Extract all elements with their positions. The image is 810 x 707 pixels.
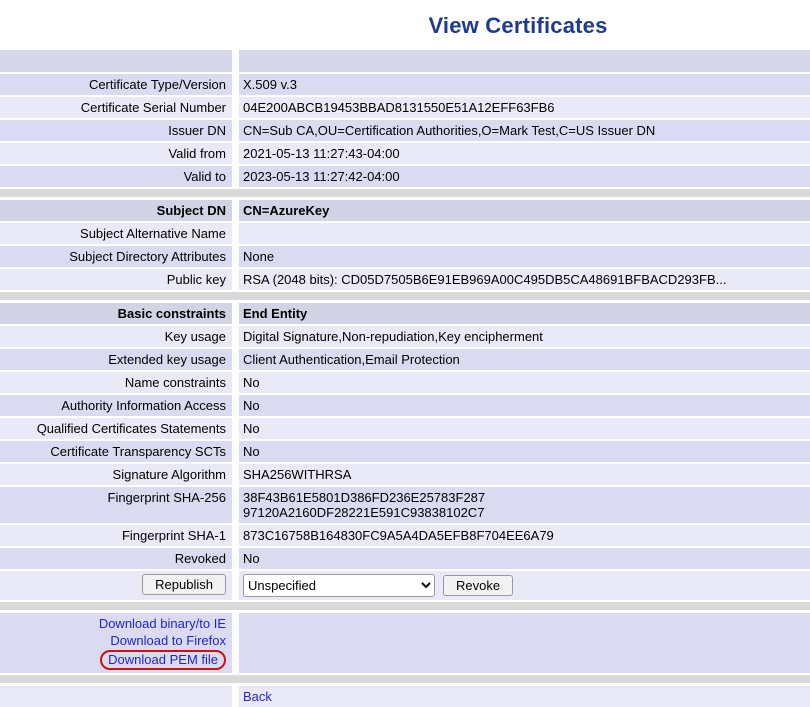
label-certificate-type: Certificate Type/Version — [0, 74, 232, 95]
row-transparency-scts: Certificate Transparency SCTs No — [0, 441, 810, 462]
row-signature-algorithm: Signature Algorithm SHA256WITHRSA — [0, 464, 810, 485]
value-certificate-type: X.509 v.3 — [239, 74, 810, 95]
downloads-cell: Download binary/to IE Download to Firefo… — [0, 613, 232, 673]
value-valid-to: 2023-05-13 11:27:42-04:00 — [239, 166, 810, 187]
label-serial-number: Certificate Serial Number — [0, 97, 232, 118]
revocation-reason-select[interactable]: Unspecified — [243, 574, 435, 597]
header-value-cell — [239, 50, 810, 72]
label-subject-alt-name: Subject Alternative Name — [0, 223, 232, 244]
row-subject-dir-attrs: Subject Directory Attributes None — [0, 246, 810, 267]
value-key-usage: Digital Signature,Non-repudiation,Key en… — [239, 326, 810, 347]
label-subject-dir-attrs: Subject Directory Attributes — [0, 246, 232, 267]
row-name-constraints: Name constraints No — [0, 372, 810, 393]
page-title: View Certificates — [0, 0, 810, 50]
value-fingerprint-sha256: 38F43B61E5801D386FD236E25783F287 97120A2… — [239, 487, 810, 523]
label-fingerprint-sha256: Fingerprint SHA-256 — [0, 487, 232, 523]
actions-right-cell: Unspecified Revoke — [239, 571, 810, 600]
label-public-key: Public key — [0, 269, 232, 290]
label-valid-from: Valid from — [0, 143, 232, 164]
value-subject-dir-attrs: None — [239, 246, 810, 267]
value-subject-dn: CN=AzureKey — [239, 200, 810, 221]
row-certificate-type: Certificate Type/Version X.509 v.3 — [0, 74, 810, 95]
row-back: Back — [0, 686, 810, 707]
label-signature-algorithm: Signature Algorithm — [0, 464, 232, 485]
label-extended-key-usage: Extended key usage — [0, 349, 232, 370]
back-cell: Back — [239, 686, 810, 707]
table-header-row — [0, 50, 810, 72]
section-separator — [0, 292, 810, 300]
value-issuer-dn: CN=Sub CA,OU=Certification Authorities,O… — [239, 120, 810, 141]
label-name-constraints: Name constraints — [0, 372, 232, 393]
row-fingerprint-sha1: Fingerprint SHA-1 873C16758B164830FC9A5A… — [0, 525, 810, 546]
value-qualified-cert-statements: No — [239, 418, 810, 439]
label-revoked: Revoked — [0, 548, 232, 569]
fingerprint-sha256-line1: 38F43B61E5801D386FD236E25783F287 — [243, 490, 802, 505]
label-subject-dn: Subject DN — [0, 200, 232, 221]
row-public-key: Public key RSA (2048 bits): CD05D7505B6E… — [0, 269, 810, 290]
value-valid-from: 2021-05-13 11:27:43-04:00 — [239, 143, 810, 164]
label-basic-constraints: Basic constraints — [0, 303, 232, 324]
label-transparency-scts: Certificate Transparency SCTs — [0, 441, 232, 462]
download-pem-link[interactable]: Download PEM file — [108, 652, 218, 667]
row-downloads: Download binary/to IE Download to Firefo… — [0, 613, 810, 673]
row-authority-info-access: Authority Information Access No — [0, 395, 810, 416]
section-separator — [0, 189, 810, 197]
back-left-cell — [0, 686, 232, 707]
row-revoked: Revoked No — [0, 548, 810, 569]
row-actions: Republish Unspecified Revoke — [0, 571, 810, 600]
section-separator — [0, 602, 810, 610]
value-authority-info-access: No — [239, 395, 810, 416]
label-authority-info-access: Authority Information Access — [0, 395, 232, 416]
label-fingerprint-sha1: Fingerprint SHA-1 — [0, 525, 232, 546]
row-fingerprint-sha256: Fingerprint SHA-256 38F43B61E5801D386FD2… — [0, 487, 810, 523]
fingerprint-sha256-line2: 97120A2160DF28221E591C93838102C7 — [243, 505, 802, 520]
value-public-key: RSA (2048 bits): CD05D7505B6E91EB969A00C… — [239, 269, 810, 290]
label-issuer-dn: Issuer DN — [0, 120, 232, 141]
value-name-constraints: No — [239, 372, 810, 393]
row-extended-key-usage: Extended key usage Client Authentication… — [0, 349, 810, 370]
value-transparency-scts: No — [239, 441, 810, 462]
section-separator — [0, 675, 810, 683]
value-signature-algorithm: SHA256WITHRSA — [239, 464, 810, 485]
actions-left-cell: Republish — [0, 571, 232, 600]
row-valid-to: Valid to 2023-05-13 11:27:42-04:00 — [0, 166, 810, 187]
row-key-usage: Key usage Digital Signature,Non-repudiat… — [0, 326, 810, 347]
value-basic-constraints: End Entity — [239, 303, 810, 324]
download-binary-ie-link[interactable]: Download binary/to IE — [99, 616, 226, 631]
row-basic-constraints: Basic constraints End Entity — [0, 303, 810, 324]
label-key-usage: Key usage — [0, 326, 232, 347]
certificate-table: Certificate Type/Version X.509 v.3 Certi… — [0, 50, 810, 707]
row-qualified-cert-statements: Qualified Certificates Statements No — [0, 418, 810, 439]
value-revoked: No — [239, 548, 810, 569]
downloads-empty-cell — [239, 613, 810, 673]
header-label-cell — [0, 50, 232, 72]
value-subject-alt-name — [239, 223, 810, 244]
row-subject-dn: Subject DN CN=AzureKey — [0, 200, 810, 221]
back-link[interactable]: Back — [243, 689, 272, 704]
value-serial-number: 04E200ABCB19453BBAD8131550E51A12EFF63FB6 — [239, 97, 810, 118]
row-subject-alt-name: Subject Alternative Name — [0, 223, 810, 244]
revoke-button[interactable]: Revoke — [443, 575, 513, 596]
republish-button[interactable]: Republish — [142, 574, 226, 595]
row-serial-number: Certificate Serial Number 04E200ABCB1945… — [0, 97, 810, 118]
value-fingerprint-sha1: 873C16758B164830FC9A5A4DA5EFB8F704EE6A79 — [239, 525, 810, 546]
pem-highlight-oval: Download PEM file — [100, 650, 226, 670]
value-extended-key-usage: Client Authentication,Email Protection — [239, 349, 810, 370]
label-qualified-cert-statements: Qualified Certificates Statements — [0, 418, 232, 439]
row-issuer-dn: Issuer DN CN=Sub CA,OU=Certification Aut… — [0, 120, 810, 141]
row-valid-from: Valid from 2021-05-13 11:27:43-04:00 — [0, 143, 810, 164]
download-firefox-link[interactable]: Download to Firefox — [110, 633, 226, 648]
label-valid-to: Valid to — [0, 166, 232, 187]
